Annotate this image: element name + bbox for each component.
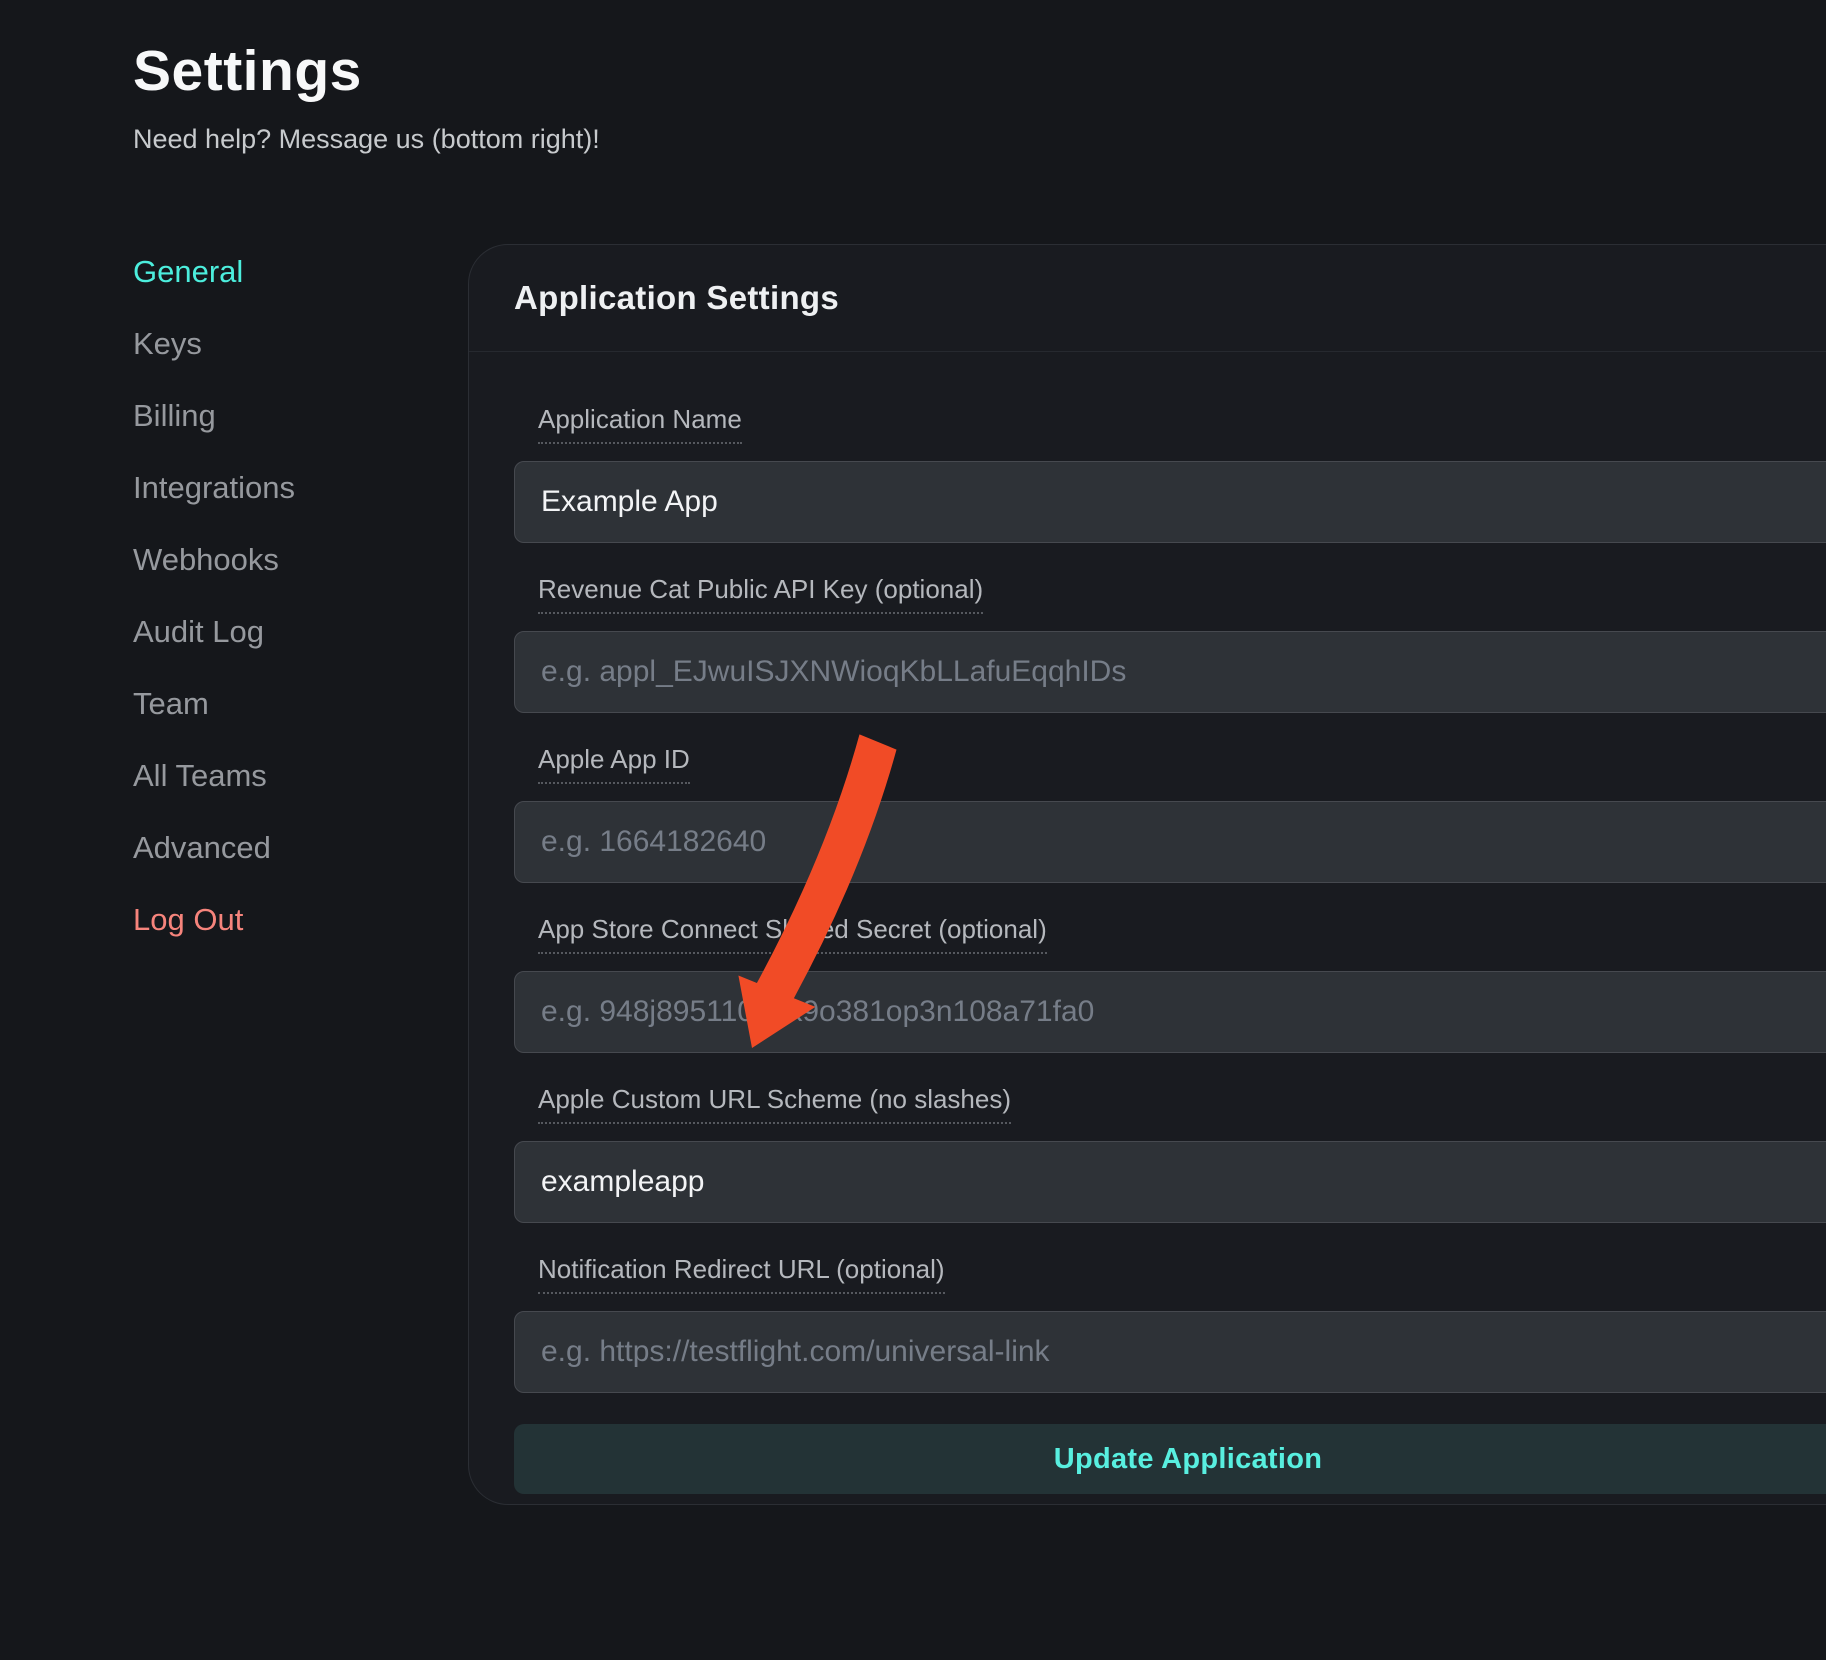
notification-redirect-url-input[interactable] bbox=[514, 1311, 1826, 1393]
sidebar-item-all-teams[interactable]: All Teams bbox=[133, 740, 433, 812]
sidebar-item-team[interactable]: Team bbox=[133, 668, 433, 740]
card-title: Application Settings bbox=[514, 279, 839, 317]
application-name-label: Application Name bbox=[538, 404, 742, 444]
notification-redirect-url-label: Notification Redirect URL (optional) bbox=[538, 1254, 945, 1294]
sidebar-item-general[interactable]: General bbox=[133, 236, 433, 308]
field-group-application-name: Application Name bbox=[514, 404, 1826, 543]
page-title: Settings bbox=[133, 38, 362, 104]
sidebar-item-integrations[interactable]: Integrations bbox=[133, 452, 433, 524]
revenuecat-api-key-label: Revenue Cat Public API Key (optional) bbox=[538, 574, 983, 614]
apple-app-id-label: Apple App ID bbox=[538, 744, 690, 784]
custom-url-scheme-label: Apple Custom URL Scheme (no slashes) bbox=[538, 1084, 1011, 1124]
sidebar-item-audit-log[interactable]: Audit Log bbox=[133, 596, 433, 668]
application-name-input[interactable] bbox=[514, 461, 1826, 543]
field-group-shared-secret: App Store Connect Shared Secret (optiona… bbox=[514, 914, 1826, 1053]
sidebar-item-billing[interactable]: Billing bbox=[133, 380, 433, 452]
sidebar-item-log-out[interactable]: Log Out bbox=[133, 884, 433, 956]
field-group-custom-url-scheme: Apple Custom URL Scheme (no slashes) bbox=[514, 1084, 1826, 1223]
shared-secret-input[interactable] bbox=[514, 971, 1826, 1053]
sidebar-item-advanced[interactable]: Advanced bbox=[133, 812, 433, 884]
settings-sidebar: General Keys Billing Integrations Webhoo… bbox=[133, 236, 433, 956]
field-group-notification-redirect-url: Notification Redirect URL (optional) bbox=[514, 1254, 1826, 1393]
field-group-apple-app-id: Apple App ID bbox=[514, 744, 1826, 883]
update-application-button[interactable]: Update Application bbox=[514, 1424, 1826, 1494]
shared-secret-label: App Store Connect Shared Secret (optiona… bbox=[538, 914, 1047, 954]
apple-app-id-input[interactable] bbox=[514, 801, 1826, 883]
card-header: Application Settings bbox=[469, 245, 1826, 352]
card-body: Application Name Revenue Cat Public API … bbox=[469, 352, 1826, 1494]
field-group-revenuecat-api-key: Revenue Cat Public API Key (optional) bbox=[514, 574, 1826, 713]
sidebar-item-webhooks[interactable]: Webhooks bbox=[133, 524, 433, 596]
application-settings-card: Application Settings Application Name Re… bbox=[468, 244, 1826, 1505]
custom-url-scheme-input[interactable] bbox=[514, 1141, 1826, 1223]
page-subtitle: Need help? Message us (bottom right)! bbox=[133, 124, 600, 155]
sidebar-item-keys[interactable]: Keys bbox=[133, 308, 433, 380]
revenuecat-api-key-input[interactable] bbox=[514, 631, 1826, 713]
